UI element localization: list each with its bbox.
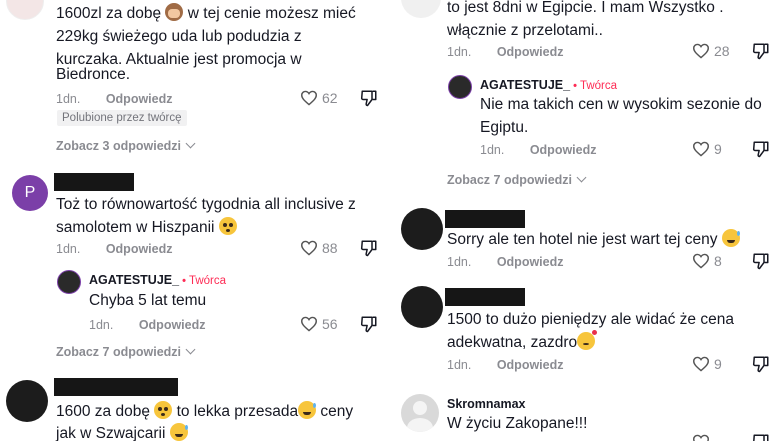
creator-avatar[interactable] [57,270,81,294]
commenter-avatar[interactable] [401,208,443,250]
grinning-sweat-emoji [298,401,317,419]
liked-by-creator-badge: Polubione przez twórcę [57,110,187,126]
reply-text: Nie ma takich cen w wysokim sezonie do [480,96,762,113]
comment-meta: 1dn. Odpowiedz [447,255,564,269]
left-comments-panel: 1600zl za dobę w tej cenie możesz mieć 2… [0,0,389,441]
comment-username[interactable]: Skromnamax [447,397,526,411]
comment-meta: 1dn. Odpowiedz [56,92,173,106]
commenter-avatar[interactable]: P [12,175,48,211]
commenter-avatar[interactable] [401,0,441,18]
comment-text: adekwatna, zazdro [447,330,598,355]
comment-text: samolotem w Hiszpanii [56,216,237,240]
avatar-head-shape [413,401,427,415]
comment-text: 229kg świeżego uda lub podudzia z [56,28,302,45]
comment-date: 1dn. [447,45,472,59]
comment-text: 1500 to dużo pieniędzy ale widać że cena [447,311,734,328]
comment-meta: 1dn. Odpowiedz [447,45,564,59]
redacted-username [445,210,525,228]
commenter-avatar[interactable] [6,380,48,422]
commenter-avatar[interactable] [6,0,44,20]
comment-date: 1dn. [56,242,81,256]
reply-meta: 1dn. Odpowiedz [89,318,206,332]
view-replies-button[interactable]: Zobacz 7 odpowiedzi [447,172,587,187]
heart-icon[interactable] [692,141,710,157]
dislike-icon[interactable] [752,42,770,60]
commenter-avatar[interactable] [401,286,443,328]
comment-text: W życiu Zakopane!!! [447,415,588,432]
comment-text: Toż to równowartość tygodnia all inclusi… [56,196,356,213]
default-avatar[interactable] [401,394,439,432]
dislike-icon[interactable] [752,433,770,441]
chevron-down-icon [185,138,196,149]
dislike-icon[interactable] [752,140,770,158]
heart-icon[interactable] [300,90,318,106]
reply-date: 1dn. [480,143,505,157]
heart-icon[interactable] [692,43,710,59]
like-count: 88 [322,240,338,256]
comment-text: 1600zl za dobę w tej cenie możesz mieć [56,3,356,22]
dislike-icon[interactable] [752,355,770,373]
dislike-icon[interactable] [360,89,378,107]
comment-meta: 1dn. Odpowiedz [447,358,564,372]
comment-text: jak w Szwajcarii [56,422,188,441]
reply-button[interactable]: Odpowiedz [106,92,173,106]
heart-icon[interactable] [300,240,318,256]
dislike-icon[interactable] [752,252,770,270]
reply-button[interactable]: Odpowiedz [497,45,564,59]
view-replies-button[interactable]: Zobacz 3 odpowiedzi [56,138,196,153]
comment-text: 1600 za dobę to lekka przesada ceny [56,401,354,420]
redacted-username [54,378,178,396]
like-count: 9 [714,356,722,372]
reply-button[interactable]: Odpowiedz [530,143,597,157]
heart-icon[interactable] [692,356,710,372]
right-comments-panel: to jest 8dni w Egipcie. I mam Wszystko .… [395,0,784,441]
comment-text: Biedronce. [56,66,131,83]
chevron-down-icon [185,344,196,355]
comment-meta: 1dn. Odpowiedz [56,242,173,256]
flushed-face-emoji [218,217,237,235]
avatar-letter: P [24,184,36,201]
reply-button[interactable]: Odpowiedz [497,358,564,372]
like-count: 8 [714,253,722,269]
reply-button[interactable]: Odpowiedz [106,242,173,256]
like-count: 56 [322,316,338,332]
view-replies-button[interactable]: Zobacz 7 odpowiedzi [56,344,196,359]
creator-avatar[interactable] [448,75,472,99]
avatar-body-shape [407,418,433,432]
flushed-face-emoji [154,401,173,419]
anxious-sweat-emoji [169,423,188,441]
like-count: 62 [322,90,338,106]
comment-text: to jest 8dni w Egipcie. I mam Wszystko . [447,0,724,16]
grinning-sweat-emoji [721,229,740,247]
comment-date: 1dn. [447,255,472,269]
see-no-evil-monkey-emoji [165,3,184,21]
comment-date: 1dn. [56,92,81,106]
reply-text: Egiptu. [480,119,529,136]
comment-text: włącznie z przelotami.. [447,22,603,39]
smiling-face-with-hearts-emoji [577,330,598,350]
redacted-username [54,173,134,191]
reply-meta: 1dn. Odpowiedz [480,143,597,157]
like-count: 9 [714,141,722,157]
dislike-icon[interactable] [360,315,378,333]
redacted-username [445,288,525,306]
reply-username[interactable]: AGATESTUJE_ • Twórca [480,78,617,92]
creator-badge: Twórca [188,275,227,287]
heart-icon[interactable] [300,316,318,332]
reply-date: 1dn. [89,318,114,332]
heart-icon[interactable] [692,434,710,441]
reply-button[interactable]: Odpowiedz [139,318,206,332]
reply-button[interactable]: Odpowiedz [497,255,564,269]
like-count: 28 [714,43,730,59]
comment-text: Sorry ale ten hotel nie jest wart tej ce… [447,228,740,252]
reply-text: Chyba 5 lat temu [89,292,207,309]
creator-badge: Twórca [579,80,618,92]
comment-date: 1dn. [447,358,472,372]
dislike-icon[interactable] [360,239,378,257]
heart-icon[interactable] [692,253,710,269]
chevron-down-icon [576,172,587,183]
reply-username[interactable]: AGATESTUJE_ • Twórca [89,273,226,287]
